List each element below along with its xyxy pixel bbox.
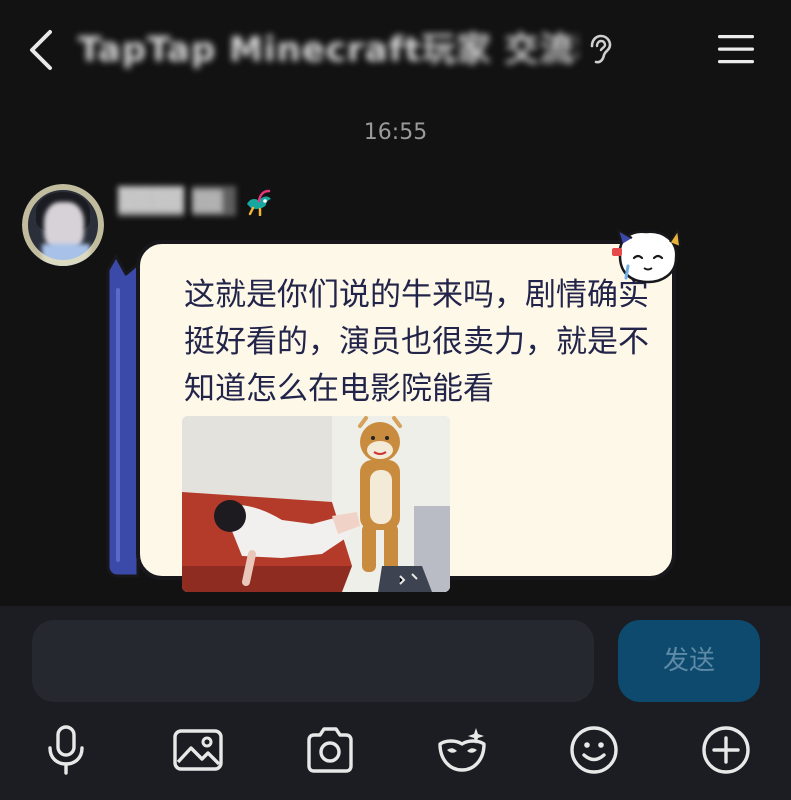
input-toolbar — [0, 718, 791, 788]
chat-header: TapTap Minecraft玩家 交流群[18群] — [0, 0, 791, 100]
message-input[interactable] — [32, 620, 594, 702]
chevron-left-icon — [30, 30, 52, 70]
dragon-badge-icon — [244, 188, 274, 217]
mask-icon — [438, 728, 486, 772]
microphone-button[interactable] — [40, 724, 92, 776]
message-timestamp: 16:55 — [363, 120, 428, 145]
chat-title[interactable]: TapTap Minecraft玩家 交流群[18群] — [78, 30, 578, 70]
emoji-button[interactable] — [568, 724, 620, 776]
image-button[interactable] — [172, 724, 224, 776]
sender-name[interactable]: ▒▒▒▒ — [118, 186, 184, 216]
back-button[interactable] — [24, 28, 64, 72]
cat-decoration-icon — [612, 229, 681, 284]
image-icon — [173, 729, 223, 771]
message-image[interactable] — [182, 416, 450, 592]
mask-button[interactable] — [436, 724, 488, 776]
camera-button[interactable] — [304, 724, 356, 776]
message-text[interactable]: 这就是你们说的牛来吗，剧情确实挺好看的，演员也很卖力，就是不知道怎么在电影院能看 — [184, 272, 666, 413]
chat-screen: TapTap Minecraft玩家 交流群[18群] 16:55 ▒▒▒▒ ▒… — [0, 0, 791, 800]
menu-button[interactable] — [716, 32, 756, 66]
emoji-icon — [570, 726, 618, 774]
plus-icon — [702, 726, 750, 774]
message-bubble[interactable]: 这就是你们说的牛来吗，剧情确实挺好看的，演员也很卖力，就是不知道怎么在电影院能看 — [104, 226, 684, 592]
microphone-icon — [48, 725, 84, 775]
camera-icon — [307, 727, 353, 773]
more-button[interactable] — [700, 724, 752, 776]
composer: 发送 — [0, 606, 791, 800]
sender-title-badge: ▒▒ — [192, 186, 236, 216]
bubble-body: 这就是你们说的牛来吗，剧情确实挺好看的，演员也很卖力，就是不知道怎么在电影院能看 — [136, 240, 676, 592]
avatar[interactable] — [22, 184, 104, 266]
ear-icon[interactable] — [586, 34, 614, 66]
hamburger-menu-icon — [718, 35, 754, 64]
send-button[interactable]: 发送 — [618, 620, 760, 702]
